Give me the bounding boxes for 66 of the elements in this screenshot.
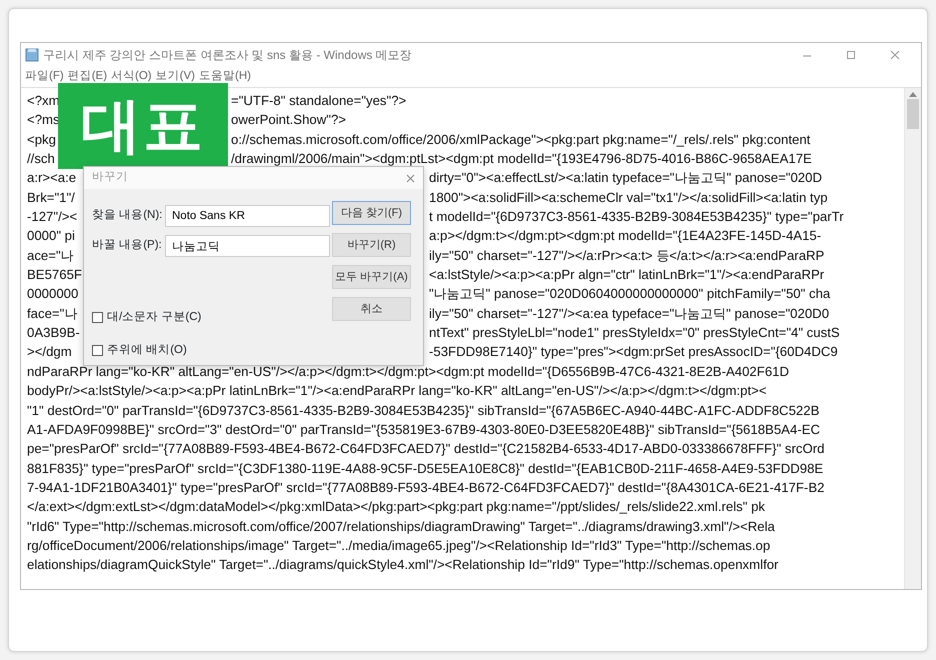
text-fragment: ace="나	[27, 248, 74, 263]
text-fragment: a:r><a:e	[27, 170, 76, 186]
menu-item[interactable]: 서식(O)	[111, 68, 152, 86]
text-fragment: o://schemas.microsoft.com/office/2006/xmlPackage"><pkg:part pkg:name="/_rels/.rels" pkg:content	[231, 130, 810, 149]
dialog-button[interactable]: 취소	[332, 297, 411, 321]
input-field[interactable]: Noto Sans KR	[165, 205, 330, 227]
text-line: 881F835}" type="presParOf" srcId="{C3DF1380-119E-4A88-9C5F-D5E5EA10E8C8}" destId="{EAB1CB0D-211F-4658-A4E9-53FDD98E	[27, 460, 824, 478]
text-fragment: ="UTF-8" standalone="yes"?>	[231, 92, 406, 110]
dialog-button[interactable]: 모두 바꾸기(A)	[332, 265, 411, 289]
checkbox-label: 대/소문자 구분(C)	[107, 310, 202, 325]
text-line: "1" destOrd="0" parTransId="{6D9737C3-8561-4335-B2B9-3084E53B4235}" sibTransId="{67A5B6EC-A940-44BC-A1FC-ADDF8C522B	[27, 402, 820, 420]
text-fragment: <pkg	[27, 132, 56, 147]
text-fragment: ></dgm	[27, 344, 72, 360]
text-fragment: BE5765F	[27, 267, 82, 282]
maximize-icon[interactable]	[845, 50, 857, 60]
text-line: rg/officeDocument/2006/relationships/image" Target="../media/image65.jpeg"/><Relationship Id="rId3" Type="http://schemas.op	[27, 536, 770, 555]
scroll-thumb[interactable]	[907, 99, 919, 129]
text-line: elationships/diagramQuickStyle" Target="../diagrams/quickStyle4.xml"/><Relationship Id="rId9" Type="http://schemas.openxmlfor	[27, 556, 778, 574]
text-fragment: a:p></dgm:t></dgm:pt><dgm:pt modelId="{1E4A23FE-145D-4A15-	[429, 227, 822, 246]
text-fragment: //sch	[27, 151, 55, 166]
field-label: 찾을 내용(N):	[92, 208, 164, 224]
text-line: bodyPr/><a:lstStyle/><a:p><a:pPr latinLnBrk="1"/><a:endParaRPr lang="ko-KR" altLang="en-US"/></a:p></dgm:t></dgm:pt><	[27, 382, 767, 400]
menu-item[interactable]: 보기(V)	[156, 68, 195, 86]
text-line: pe="presParOf" srcId="{77A08B89-F593-4BE4-B672-C64FD3FCAED7}" destId="{C21582B4-6533-4D17-ABD0-033386678FFF}" srcOrd	[27, 440, 824, 458]
dialog-button[interactable]: 다음 찾기(F)	[332, 201, 411, 225]
text-fragment: <a:lstStyle/><a:p><a:pPr algn="ctr" latinLnBrk="1"/><a:endParaRPr	[429, 266, 824, 284]
text-fragment: "나눔고딕" panose="020D0604000000000000" pitchFamily="50" cha	[429, 285, 830, 304]
text-line: A1-AFDA9F0998BE}" srcOrd="3" destOrd="0" parTransId="{535819E3-67B9-4303-80E0-D3EE5820E48B}" sibTransId="{5618B5A4-EC	[27, 420, 820, 439]
menu-item[interactable]: 도움말(H)	[198, 68, 251, 86]
text-fragment: 0000000	[27, 286, 78, 302]
text-line: 7-94A1-1DF21B0A3401}" type="presParOf" srcId="{77A08B89-F593-4BE4-B672-C64FD3FCAED7}" destId="{8A4301CA-6E21-417F-B2	[27, 478, 824, 497]
text-fragment: dirty="0"><a:effectLst/><a:latin typeface="나눔고딕" panose="020D	[429, 169, 822, 188]
text-line: ndParaRPr lang="ko-KR" altLang="en-US"/></a:p></dgm:t></dgm:pt><dgm:pt modelId="{D6556B9B-47C6-4321-8E2B-A402F61D	[27, 362, 790, 381]
text-fragment: 0000" pi	[27, 228, 75, 244]
text-fragment: ily="50" charset="-127"/></a:rPr><a:t> 등</a:t></a:r><a:endParaRP	[429, 246, 824, 265]
text-fragment: -53FDD98E7140}" type="pres"><dgm:prSet presAssocID="{60D4DC9	[429, 343, 838, 362]
dialog-title: 바꾸기	[92, 170, 128, 186]
text-fragment: -127"/><	[27, 209, 78, 224]
input-field[interactable]: 나눔고딕	[165, 235, 330, 257]
close-icon[interactable]	[406, 174, 415, 182]
notepad-icon	[25, 48, 39, 62]
dialog-button[interactable]: 바꾸기(R)	[332, 233, 411, 257]
menu-item[interactable]: 파일(F)	[25, 68, 64, 86]
text-line: </a:ext></dgm:extLst></dgm:dataModel></pkg:xmlData></pkg:part><pkg:part pkg:name="/ppt/slides/_rels/slide22.xml.rels" pk	[27, 498, 766, 516]
text-fragment: t modelId="{6D9737C3-8561-4335-B2B9-3084E53B4235}" type="parTr	[429, 208, 844, 226]
close-icon[interactable]	[889, 50, 901, 60]
text-fragment: 0A3B9B-	[27, 325, 80, 340]
checkbox[interactable]	[92, 312, 103, 324]
scroll-up-icon[interactable]	[909, 92, 917, 97]
text-fragment: Brk="1"/	[27, 190, 75, 205]
text-fragment: <?xm	[27, 93, 60, 108]
vertical-scrollbar[interactable]	[904, 88, 921, 589]
label-badge: 대표	[58, 83, 228, 169]
text-fragment: 1800"><a:solidFill><a:schemeClr val="tx1"/></a:solidFill><a:latin typ	[429, 188, 828, 207]
text-fragment: owerPoint.Show"?>	[231, 111, 346, 130]
text-fragment: ily="50" charset="-127"/><a:ea typeface="나눔고딕" panose="020D0	[429, 304, 830, 323]
text-fragment: face="나	[27, 306, 78, 321]
checkbox[interactable]	[92, 345, 103, 356]
text-fragment: ntText" presStyleLbl="node1" presStyleIdx="0" presStyleCnt="4" custS	[429, 324, 840, 342]
text-fragment: <?ms	[27, 112, 60, 128]
text-fragment: /drawingml/2006/main"><dgm:ptLst><dgm:pt modelId="{193E4796-8D75-4016-B86C-9658AEA17E	[231, 150, 812, 168]
menu-item[interactable]: 편집(E)	[68, 68, 108, 86]
field-label: 바꿀 내용(P):	[92, 238, 163, 254]
checkbox-label: 주위에 배치(O)	[107, 343, 187, 358]
window-title: 구리시 제주 강의안 스마트폰 여론조사 및 sns 활용 - Windows 메모장	[43, 47, 413, 64]
text-line: "rId6" Type="http://schemas.microsoft.com/office/2007/relationships/diagramDrawing" Target="../diagrams/drawing3.xml"/><Rela	[27, 518, 775, 536]
